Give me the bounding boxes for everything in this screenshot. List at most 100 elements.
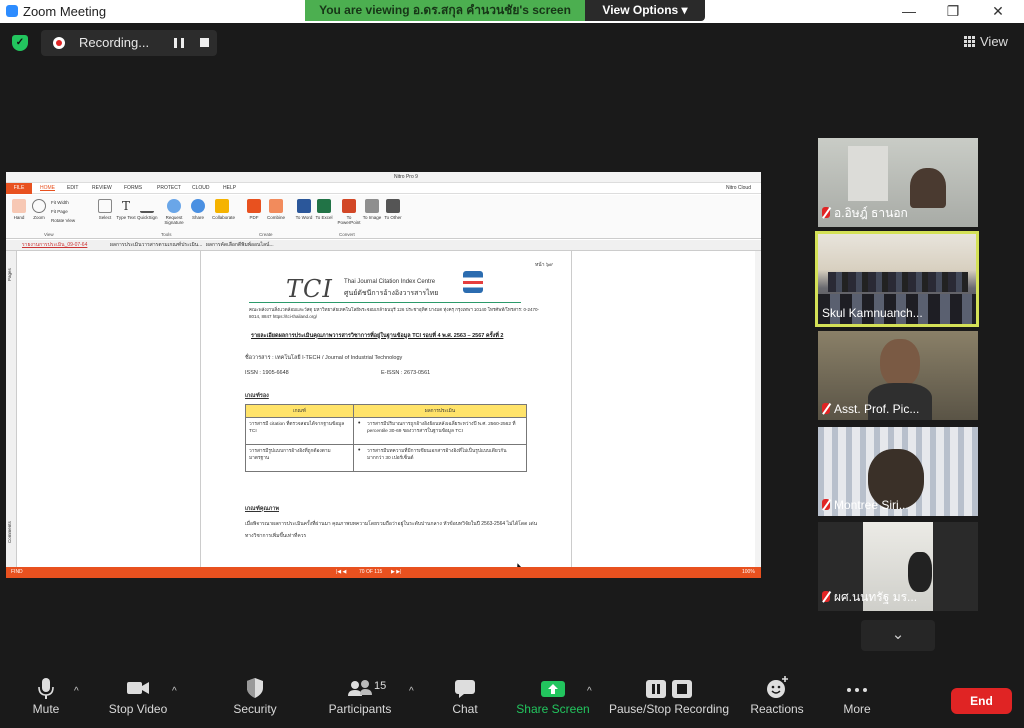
- zoom-label: Zoom: [33, 215, 45, 220]
- find-label[interactable]: FIND: [11, 567, 23, 578]
- to-excel-button[interactable]: To Excel: [314, 199, 334, 220]
- zoom-tool-button[interactable]: Zoom: [29, 199, 49, 220]
- video-options-chevron-icon[interactable]: ^: [172, 686, 177, 697]
- document-area[interactable]: หน้า ๖๙ TCI Thai Journal Citation Index …: [17, 251, 761, 574]
- fit-page-option[interactable]: Fit Page: [51, 207, 75, 216]
- security-label: Security: [233, 702, 277, 716]
- to-word-button[interactable]: To Word: [294, 199, 314, 220]
- participants-button[interactable]: 15 Participants: [326, 672, 394, 716]
- first-page-icon[interactable]: |◀ ◀: [336, 567, 346, 578]
- nitro-tab-cloud[interactable]: CLOUD: [192, 183, 210, 194]
- nitro-tab-help[interactable]: HELP: [223, 183, 236, 194]
- reactions-button[interactable]: Reactions: [748, 672, 806, 716]
- fit-width-option[interactable]: Fit Width: [51, 198, 75, 207]
- to-image-button[interactable]: To Image: [362, 199, 382, 220]
- to-powerpoint-button[interactable]: To PowerPoint: [337, 199, 361, 225]
- stop-video-button[interactable]: Stop Video: [105, 672, 171, 716]
- doc-tab-2[interactable]: ผลการประเมินวารสารตามเกณฑ์ประเมิน...: [110, 240, 202, 251]
- group-tools-label: Tools: [161, 232, 172, 237]
- video-feed-classroom: [828, 272, 968, 292]
- to-other-label: To Other: [384, 215, 402, 220]
- select-tool-button[interactable]: Select: [95, 199, 115, 220]
- participants-options-chevron-icon[interactable]: ^: [409, 686, 414, 697]
- doc-tab-1[interactable]: รายงานการประเมิน_09-07-64: [22, 240, 87, 251]
- image-icon: [365, 199, 379, 213]
- grid-icon: [964, 36, 975, 47]
- close-button[interactable]: ✕: [987, 1, 1009, 21]
- video-feed-person: [908, 552, 932, 592]
- shared-screen[interactable]: Nitro Pro 9 FILE HOME EDIT REVIEW FORMS …: [6, 172, 761, 578]
- chat-button[interactable]: Chat: [445, 672, 485, 716]
- nitro-status-bar: FIND |◀ ◀ 70 OF 115 ▶ ▶| 100%: [6, 567, 761, 578]
- pdf-button[interactable]: PDF: [244, 199, 264, 220]
- pages-panel-tab[interactable]: Pages: [7, 268, 12, 281]
- participant-tile[interactable]: อ.อิษฎ์ ธานอก: [818, 138, 978, 227]
- pause-recording-icon[interactable]: [174, 38, 184, 48]
- type-text-button[interactable]: T Type Text: [116, 199, 136, 220]
- rotate-view-option[interactable]: Rotate View: [51, 216, 75, 225]
- comments-panel-tab[interactable]: Comments: [7, 521, 12, 543]
- request-signature-button[interactable]: Request Signature: [164, 199, 184, 225]
- nitro-tab-review[interactable]: REVIEW: [92, 183, 112, 194]
- minimize-button[interactable]: —: [898, 1, 920, 21]
- share-options-chevron-icon[interactable]: ^: [587, 686, 592, 697]
- collaborate-icon: [215, 199, 229, 213]
- word-icon: [297, 199, 311, 213]
- combine-button[interactable]: Combine: [266, 199, 286, 220]
- maximize-button[interactable]: ❐: [942, 1, 964, 21]
- more-button[interactable]: More: [836, 672, 878, 716]
- participant-tile[interactable]: ผศ.นนทรัฐ มร...: [818, 522, 978, 611]
- tci-name-th: ศูนย์ดัชนีการอ้างอิงวารสารไทย: [344, 290, 439, 297]
- record-dot-icon: [53, 37, 65, 49]
- view-label: View: [980, 34, 1008, 49]
- participant-name: ผศ.นนทรัฐ มร...: [822, 588, 917, 607]
- nitro-tab-edit[interactable]: EDIT: [67, 183, 78, 194]
- view-options-button[interactable]: View Options ▾: [585, 0, 705, 21]
- end-meeting-button[interactable]: End: [951, 688, 1012, 714]
- stop-recording-icon[interactable]: [200, 38, 209, 47]
- smiley-plus-icon: [748, 672, 806, 702]
- microphone-icon: [22, 672, 70, 702]
- view-button[interactable]: View: [964, 34, 1008, 49]
- pause-stop-recording-button[interactable]: Pause/Stop Recording: [606, 672, 732, 716]
- participant-tile-active-speaker[interactable]: Skul Kamnuanch...: [815, 231, 979, 327]
- participant-name-text: Asst. Prof. Pic...: [834, 402, 920, 416]
- pause-stop-icon: [606, 672, 732, 702]
- e-issn: E-ISSN : 2673-0561: [381, 370, 431, 376]
- security-shield-icon: [230, 672, 280, 702]
- page-indicator[interactable]: 70 OF 115: [359, 567, 382, 578]
- viewing-label: You are viewing อ.ดร.สกุล คำนวนชัย's scr…: [305, 0, 585, 21]
- share-screen-button[interactable]: Share Screen: [516, 672, 590, 716]
- nitro-tab-forms[interactable]: FORMS: [124, 183, 142, 194]
- participant-tile[interactable]: Asst. Prof. Pic...: [818, 331, 978, 420]
- nitro-cloud-label[interactable]: Nitro Cloud: [726, 183, 751, 194]
- quicksign-button[interactable]: QuickSign: [137, 199, 158, 220]
- document-scrollbar[interactable]: [755, 251, 761, 567]
- gallery-next-page-button[interactable]: ⌄: [861, 620, 935, 651]
- window-title: Zoom Meeting: [23, 4, 107, 19]
- zoom-icon: [32, 199, 46, 213]
- hand-tool-button[interactable]: Hand: [9, 199, 29, 220]
- header-divider: [249, 302, 521, 303]
- to-other-button[interactable]: To Other: [383, 199, 403, 220]
- participant-tile[interactable]: Montree Siri...: [818, 427, 978, 516]
- mute-options-chevron-icon[interactable]: ^: [74, 686, 79, 697]
- criteria-table: เกณฑ์ ผลการประเมิน วารสารมี citation ที่…: [245, 404, 527, 472]
- nitro-tab-home[interactable]: HOME: [40, 183, 55, 194]
- security-button[interactable]: Security: [230, 672, 280, 716]
- nitro-tab-file[interactable]: FILE: [6, 183, 32, 194]
- next-page-icon[interactable]: ▶ ▶|: [391, 567, 401, 578]
- share-button[interactable]: Share: [188, 199, 208, 220]
- reactions-label: Reactions: [750, 702, 804, 716]
- encryption-shield-icon[interactable]: ✓: [12, 35, 28, 51]
- nitro-tab-protect[interactable]: PROTECT: [157, 183, 181, 194]
- nitro-title-bar: Nitro Pro 9: [6, 172, 761, 183]
- pause-stop-recording-label: Pause/Stop Recording: [608, 702, 730, 716]
- mute-button[interactable]: Mute: [22, 672, 70, 716]
- zoom-level[interactable]: 100%: [742, 567, 755, 578]
- video-feed-person: [880, 339, 920, 387]
- collaborate-button[interactable]: Collaborate: [212, 199, 235, 220]
- doc-tab-3[interactable]: ผลการคัดเลือกตีพิมพ์ออนไลน์...: [206, 240, 274, 251]
- combine-icon: [269, 199, 283, 213]
- to-image-label: To Image: [362, 215, 382, 220]
